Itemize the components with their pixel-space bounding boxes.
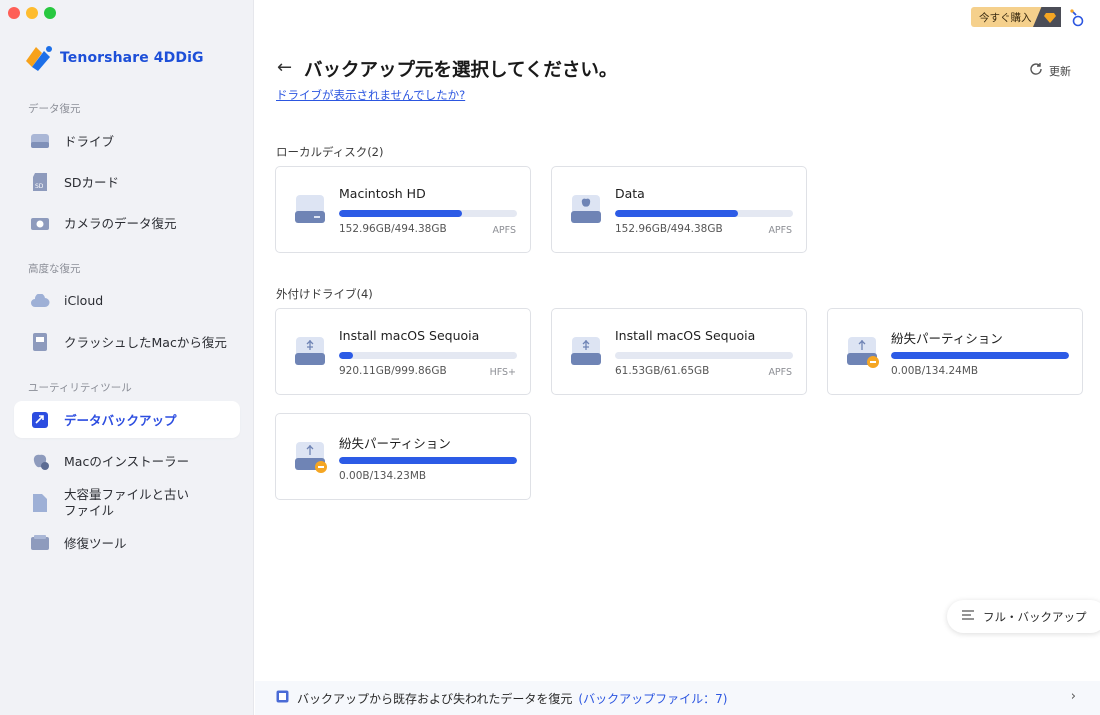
sidebar-item-repair-tool[interactable]: 修復ツール (14, 524, 240, 561)
disk-usage-bar (615, 210, 793, 217)
lost-partition-icon (846, 335, 880, 373)
sidebar-item-icloud[interactable]: iCloud (14, 282, 240, 319)
sidebar-item-label: Macのインストーラー (64, 454, 190, 469)
app-name: Tenorshare 4DDiG (60, 50, 204, 66)
buy-now-label: 今すぐ購入 (979, 11, 1032, 24)
local-disk-heading: ローカルディスク(2) (276, 145, 384, 159)
logo-icon (22, 43, 54, 73)
external-drive-heading: 外付けドライブ(4) (276, 287, 373, 301)
usb-drive-icon (294, 335, 326, 373)
apple-installer-icon (30, 451, 50, 471)
disk-size: 152.96GB/494.38GB (615, 223, 723, 235)
sidebar-item-drive[interactable]: ドライブ (14, 122, 240, 159)
file-system: APFS (492, 225, 516, 236)
sidebar-item-label: カメラのデータ復元 (64, 216, 177, 231)
sidebar-item-label: 修復ツール (64, 536, 127, 551)
drive-icon (30, 131, 50, 151)
diamond-icon (1033, 7, 1061, 27)
disk-card[interactable]: 紛失パーティション 0.00B/134.24MB (827, 308, 1083, 395)
disk-name: Macintosh HD (339, 186, 426, 201)
apple-drive-icon (570, 193, 602, 231)
sidebar-item-label: クラッシュしたMacから復元 (64, 335, 227, 350)
backup-file-icon (276, 690, 289, 706)
disk-card[interactable]: Macintosh HD 152.96GB/494.38GB APFS (275, 166, 531, 253)
disk-usage-bar (891, 352, 1069, 359)
list-icon (961, 609, 975, 624)
disk-usage-bar (339, 352, 517, 359)
file-system: APFS (768, 367, 792, 378)
main-content: 今すぐ購入 ← バックアップ元を選択してください。 ドライブが表示されませんでし… (255, 0, 1100, 715)
page-title: バックアップ元を選択してください。 (304, 60, 618, 81)
refresh-label: 更新 (1049, 64, 1071, 78)
sidebar-item-label: ファイル (64, 503, 115, 518)
restore-text: バックアップから既存および失われたデータを復元 (297, 691, 573, 706)
sidebar-item-sd-card[interactable]: SD SDカード (14, 163, 240, 200)
disk-size: 61.53GB/61.65GB (615, 365, 710, 377)
backup-icon (30, 410, 50, 430)
repair-tool-icon (30, 533, 50, 553)
back-arrow-icon[interactable]: ← (277, 57, 292, 78)
sidebar-item-label: データバックアップ (64, 413, 177, 428)
disk-name: Install macOS Sequoia (615, 328, 756, 343)
sidebar: Tenorshare 4DDiG データ復元 ドライブ SD SDカード カメラ… (0, 0, 254, 715)
restore-from-backup-bar[interactable]: バックアップから既存および失われたデータを復元 (バックアップファイル：7) › (255, 681, 1100, 715)
section-label-data-recovery: データ復元 (28, 103, 81, 115)
close-window-button[interactable] (8, 7, 20, 19)
sidebar-item-data-backup[interactable]: データバックアップ (14, 401, 240, 438)
user-icon[interactable] (1069, 8, 1085, 32)
drive-not-shown-link[interactable]: ドライブが表示されませんでしたか? (276, 87, 465, 103)
disk-card[interactable]: 紛失パーティション 0.00B/134.23MB (275, 413, 531, 500)
window-controls (8, 7, 56, 19)
disk-card[interactable]: Data 152.96GB/494.38GB APFS (551, 166, 807, 253)
file-icon (30, 493, 50, 513)
disk-size: 152.96GB/494.38GB (339, 223, 447, 235)
app-logo: Tenorshare 4DDiG (22, 43, 204, 73)
sidebar-item-crashed-mac[interactable]: クラッシュしたMacから復元 (14, 323, 240, 360)
sidebar-item-mac-installer[interactable]: Macのインストーラー (14, 442, 240, 479)
disk-usage-bar (615, 352, 793, 359)
disk-name: 紛失パーティション (339, 436, 451, 451)
backup-file-count: (バックアップファイル：7) (578, 691, 728, 706)
sidebar-item-label: SDカード (64, 175, 120, 190)
hard-drive-icon (294, 193, 326, 231)
section-label-utility: ユーティリティツール (28, 382, 132, 394)
sidebar-item-large-files[interactable]: 大容量ファイルと古い ファイル (14, 483, 240, 523)
minimize-window-button[interactable] (26, 7, 38, 19)
section-label-advanced: 高度な復元 (28, 263, 81, 275)
disk-name: 紛失パーティション (891, 331, 1003, 346)
disk-size: 0.00B/134.23MB (339, 470, 427, 482)
sidebar-item-camera[interactable]: カメラのデータ復元 (14, 204, 240, 241)
sd-card-icon: SD (30, 172, 50, 192)
chevron-right-icon: › (1070, 689, 1076, 704)
sidebar-item-label: ドライブ (64, 134, 115, 149)
disk-name: Data (615, 186, 645, 201)
full-backup-button[interactable]: フル・バックアップ (947, 600, 1100, 633)
disk-usage-bar (339, 210, 517, 217)
lost-partition-icon (294, 440, 328, 478)
file-system: APFS (768, 225, 792, 236)
refresh-icon (1029, 62, 1043, 79)
disk-size: 0.00B/134.24MB (891, 365, 979, 377)
crashed-mac-icon (30, 332, 50, 352)
refresh-button[interactable]: 更新 (1029, 62, 1071, 79)
disk-size: 920.11GB/999.86GB (339, 365, 447, 377)
buy-now-button[interactable]: 今すぐ購入 (971, 7, 1061, 27)
sidebar-item-label: iCloud (64, 293, 104, 308)
cloud-icon (30, 291, 50, 311)
file-system: HFS+ (489, 367, 516, 378)
disk-card[interactable]: Install macOS Sequoia 920.11GB/999.86GB … (275, 308, 531, 395)
maximize-window-button[interactable] (44, 7, 56, 19)
sidebar-item-label: 大容量ファイルと古い (64, 487, 190, 502)
svg-text:SD: SD (35, 183, 44, 190)
camera-icon (30, 213, 50, 233)
disk-usage-bar (339, 457, 517, 464)
full-backup-label: フル・バックアップ (983, 609, 1087, 624)
disk-card[interactable]: Install macOS Sequoia 61.53GB/61.65GB AP… (551, 308, 807, 395)
disk-name: Install macOS Sequoia (339, 328, 480, 343)
usb-drive-icon (570, 335, 602, 373)
